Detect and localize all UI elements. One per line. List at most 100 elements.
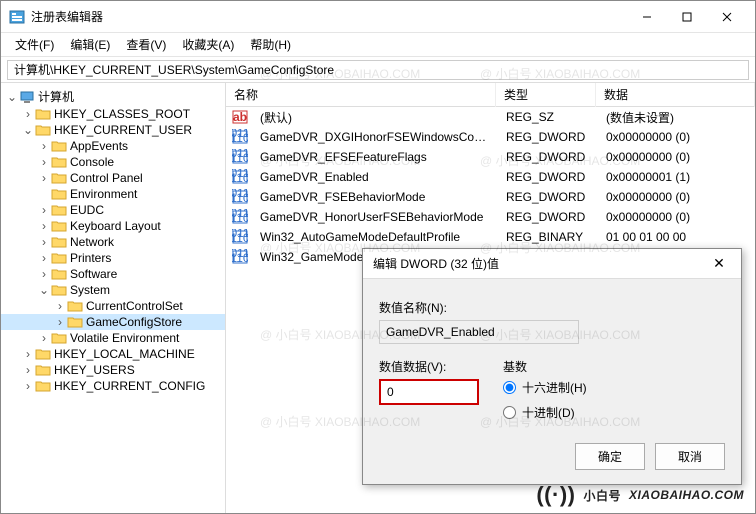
value-type-cell: REG_SZ: [498, 108, 598, 126]
value-name-cell: GameDVR_HonorUserFSEBehaviorMode: [252, 208, 498, 226]
tree-item-hklm[interactable]: ›HKEY_LOCAL_MACHINE: [1, 346, 225, 362]
titlebar: 注册表编辑器: [1, 1, 755, 33]
tree-toggle-icon[interactable]: ›: [37, 331, 51, 345]
value-data-cell: 0x00000001 (1): [598, 168, 755, 186]
radio-hex[interactable]: 十六进制(H): [503, 379, 587, 396]
tree-toggle-icon[interactable]: ›: [37, 155, 51, 169]
cancel-button[interactable]: 取消: [655, 443, 725, 470]
tree-toggle-icon[interactable]: ›: [37, 219, 51, 233]
tree-toggle-icon[interactable]: ›: [21, 379, 35, 393]
tree-toggle-icon[interactable]: ⌄: [5, 90, 19, 104]
address-input[interactable]: [7, 60, 749, 80]
app-icon: [9, 9, 25, 25]
binary-value-icon: 011110: [232, 229, 248, 245]
col-header-type[interactable]: 类型: [496, 83, 596, 107]
menu-help[interactable]: 帮助(H): [242, 34, 299, 55]
tree-item-software[interactable]: › Software: [1, 266, 225, 282]
value-type-cell: REG_DWORD: [498, 208, 598, 226]
tree-toggle-icon[interactable]: ›: [37, 235, 51, 249]
value-type-cell: REG_DWORD: [498, 168, 598, 186]
list-row[interactable]: 011110GameDVR_DXGIHonorFSEWindowsCompati…: [226, 127, 755, 147]
binary-value-icon: 011110: [232, 189, 248, 205]
tree-item-hkcc[interactable]: ›HKEY_CURRENT_CONFIG: [1, 378, 225, 394]
ok-button[interactable]: 确定: [575, 443, 645, 470]
tree-item-printers[interactable]: ›Printers: [1, 250, 225, 266]
tree-toggle-icon[interactable]: ›: [53, 315, 67, 329]
tree-toggle-icon[interactable]: ›: [37, 203, 51, 217]
folder-icon: [35, 347, 51, 361]
folder-icon: [51, 203, 67, 217]
tree-item-system[interactable]: ⌄ System: [1, 282, 225, 298]
tree-item-environment[interactable]: Environment: [1, 186, 225, 202]
tree-item-network[interactable]: › Network: [1, 234, 225, 250]
folder-icon: [51, 267, 67, 281]
tree-item-root[interactable]: ⌄计算机: [1, 87, 225, 106]
tree-label: HKEY_USERS: [54, 363, 135, 377]
tree-toggle-icon[interactable]: ⌄: [21, 123, 35, 137]
list-row[interactable]: 011110Win32_AutoGameModeDefaultProfileRE…: [226, 227, 755, 247]
value-data-cell: 0x00000000 (0): [598, 188, 755, 206]
value-type-cell: REG_DWORD: [498, 148, 598, 166]
tree-label: HKEY_CLASSES_ROOT: [54, 107, 190, 121]
col-header-name[interactable]: 名称: [226, 83, 496, 107]
tree-item-appevents[interactable]: ›AppEvents: [1, 138, 225, 154]
tree-item-controlpanel[interactable]: › Control Panel: [1, 170, 225, 186]
dialog-body: 数值名称(N): GameDVR_Enabled 数值数据(V): 基数 十六进…: [363, 279, 741, 433]
tree-toggle-icon[interactable]: ⌄: [37, 283, 51, 297]
tree-panel[interactable]: ⌄计算机›HKEY_CLASSES_ROOT⌄HKEY_CURRENT_USER…: [1, 83, 226, 513]
folder-icon: [51, 219, 67, 233]
list-row[interactable]: 011110GameDVR_EFSEFeatureFlagsREG_DWORD0…: [226, 147, 755, 167]
tree-toggle-icon[interactable]: ›: [37, 251, 51, 265]
value-data-input[interactable]: [379, 379, 479, 405]
tree-toggle-icon[interactable]: ›: [37, 139, 51, 153]
binary-value-icon: 011110: [232, 149, 248, 165]
close-button[interactable]: [707, 3, 747, 31]
value-name-cell: GameDVR_FSEBehaviorMode: [252, 188, 498, 206]
value-name-cell: GameDVR_EFSEFeatureFlags: [252, 148, 498, 166]
list-row[interactable]: ab(默认)REG_SZ(数值未设置): [226, 107, 755, 127]
minimize-button[interactable]: [627, 3, 667, 31]
menu-favorites[interactable]: 收藏夹(A): [174, 34, 242, 55]
list-row[interactable]: 011110GameDVR_FSEBehaviorModeREG_DWORD0x…: [226, 187, 755, 207]
col-header-data[interactable]: 数据: [596, 83, 755, 107]
dialog-close-button[interactable]: ✕: [707, 255, 731, 272]
tree-item-hkcu[interactable]: ⌄HKEY_CURRENT_USER: [1, 122, 225, 138]
tree-label: Network: [70, 235, 114, 249]
tree-item-keyboard[interactable]: › Keyboard Layout: [1, 218, 225, 234]
tree-toggle-icon[interactable]: ›: [21, 107, 35, 121]
dialog-title: 编辑 DWORD (32 位)值: [373, 255, 707, 272]
tree-toggle-icon[interactable]: ›: [21, 363, 35, 377]
tree-item-console[interactable]: ›Console: [1, 154, 225, 170]
radio-dec-label: 十进制(D): [522, 404, 575, 421]
folder-icon: [51, 331, 67, 345]
tree-item-hku[interactable]: › HKEY_USERS: [1, 362, 225, 378]
tree-item-ccs[interactable]: ›CurrentControlSet: [1, 298, 225, 314]
tree-label: Keyboard Layout: [70, 219, 161, 233]
tree-label: System: [70, 283, 110, 297]
tree-item-volatile[interactable]: ›Volatile Environment: [1, 330, 225, 346]
menu-edit[interactable]: 编辑(E): [62, 34, 118, 55]
tree-toggle-icon[interactable]: ›: [53, 299, 67, 313]
list-row[interactable]: 011110GameDVR_EnabledREG_DWORD0x00000001…: [226, 167, 755, 187]
radio-dec[interactable]: 十进制(D): [503, 404, 587, 421]
tree-label: Software: [70, 267, 117, 281]
radio-dec-input[interactable]: [503, 406, 516, 419]
radio-hex-input[interactable]: [503, 381, 516, 394]
tree-toggle-icon[interactable]: ›: [37, 171, 51, 185]
menu-view[interactable]: 查看(V): [118, 34, 174, 55]
tree-toggle-icon[interactable]: ›: [21, 347, 35, 361]
tree-toggle-icon[interactable]: ›: [37, 267, 51, 281]
tree-item-gcs[interactable]: ›GameConfigStore: [1, 314, 225, 330]
list-row[interactable]: 011110GameDVR_HonorUserFSEBehaviorModeRE…: [226, 207, 755, 227]
binary-value-icon: 011110: [232, 129, 248, 145]
tree-label: Control Panel: [70, 171, 143, 185]
folder-icon: [51, 139, 67, 153]
tree-item-eudc[interactable]: ›EUDC: [1, 202, 225, 218]
folder-icon: [35, 363, 51, 377]
tree-item-hkcr[interactable]: › HKEY_CLASSES_ROOT: [1, 106, 225, 122]
branding-right: XIAOBAIHAO.COM: [629, 488, 744, 502]
svg-text:110: 110: [232, 131, 248, 145]
folder-icon: [51, 171, 67, 185]
maximize-button[interactable]: [667, 3, 707, 31]
menu-file[interactable]: 文件(F): [7, 34, 62, 55]
